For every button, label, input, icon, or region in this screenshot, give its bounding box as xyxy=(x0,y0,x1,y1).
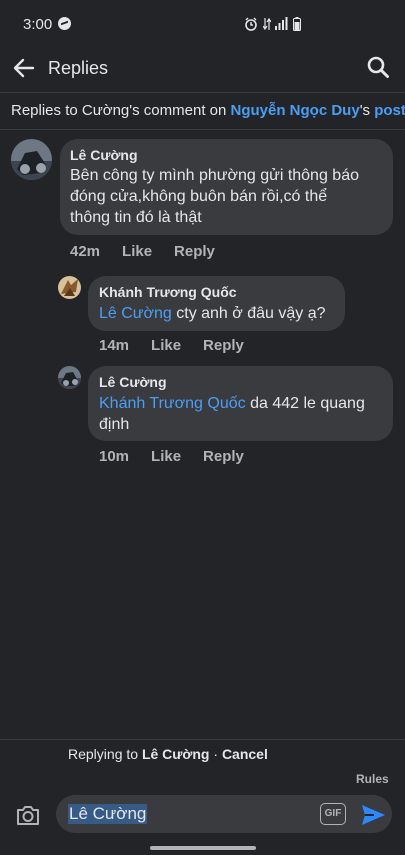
comment-text-line: định xyxy=(99,416,130,433)
home-indicator xyxy=(150,846,256,850)
send-icon[interactable] xyxy=(360,803,386,827)
avatar[interactable] xyxy=(58,366,81,389)
reply-button[interactable]: Reply xyxy=(203,337,244,354)
replying-prefix: Replying to xyxy=(68,746,142,762)
reply-button[interactable]: Reply xyxy=(203,448,244,465)
comment-bubble[interactable]: Lê Cường Khánh Trương Quốc da 442 le qua… xyxy=(88,366,393,441)
like-button[interactable]: Like xyxy=(122,243,152,260)
avatar[interactable] xyxy=(11,139,52,180)
reply-button[interactable]: Reply xyxy=(174,243,215,260)
mention-link[interactable]: Khánh Trương Quốc xyxy=(99,395,246,412)
comment-text: Lê Cường cty anh ở đâu vậy ạ? xyxy=(99,303,326,324)
comment-author[interactable]: Lê Cường xyxy=(70,147,138,163)
gif-button[interactable]: GIF xyxy=(320,803,346,825)
like-button[interactable]: Like xyxy=(151,448,181,465)
back-arrow-icon[interactable] xyxy=(12,56,36,80)
comment-bubble[interactable]: Lê Cường Bên công ty mình phường gửi thô… xyxy=(60,139,393,235)
status-bar: 3:00 xyxy=(0,0,405,44)
data-arrows-icon xyxy=(262,17,272,34)
messenger-notification-icon xyxy=(58,17,71,30)
context-prefix: Replies to Cường's comment on xyxy=(11,102,231,119)
alarm-icon xyxy=(244,17,258,34)
avatar[interactable] xyxy=(58,276,81,299)
battery-icon xyxy=(293,17,301,34)
page-title: Replies xyxy=(48,58,109,78)
comment-meta: 42m Like Reply xyxy=(70,243,237,260)
rules-link[interactable]: Rules xyxy=(356,772,389,786)
comment-text-line: đóng cửa,không buôn bán rồi,có thể xyxy=(70,188,328,205)
status-time: 3:00 xyxy=(23,16,53,33)
comment-time: 14m xyxy=(99,337,130,354)
comment-meta: 14m Like Reply xyxy=(99,337,266,354)
replies-context: Replies to Cường's comment on Nguyễn Ngọ… xyxy=(11,102,405,119)
page-name-link[interactable]: Nguyễn Ngọc Duy xyxy=(231,102,360,119)
comment-text-body: da 442 le quang xyxy=(245,395,365,412)
comment-meta: 10m Like Reply xyxy=(99,448,266,465)
mention-link[interactable]: Lê Cường xyxy=(99,305,172,322)
search-icon[interactable] xyxy=(366,55,390,79)
comment-input[interactable]: Lê Cường GIF xyxy=(56,795,392,833)
context-suffix: 's xyxy=(359,102,375,119)
comment-author[interactable]: Khánh Trương Quốc xyxy=(99,284,237,300)
replying-name: Lê Cường xyxy=(141,746,210,762)
comment-text-line: Bên công ty mình phường gửi thông báo xyxy=(70,167,359,184)
comment-text-line: Khánh Trương Quốc da 442 le quang xyxy=(99,393,365,414)
header-divider xyxy=(0,92,405,93)
comment-input-value[interactable]: Lê Cường xyxy=(68,804,148,824)
comment-text-line: thông tin đó là thật xyxy=(70,209,202,226)
comment-bubble[interactable]: Khánh Trương Quốc Lê Cường cty anh ở đâu… xyxy=(88,276,345,331)
cancel-reply-button[interactable]: Cancel xyxy=(222,746,268,762)
post-link[interactable]: post xyxy=(374,102,405,119)
separator: · xyxy=(209,746,222,762)
comment-text-body: cty anh ở đâu vậy ạ? xyxy=(171,305,326,322)
camera-icon[interactable] xyxy=(15,803,41,827)
comment-time: 42m xyxy=(70,243,101,260)
comment-author[interactable]: Lê Cường xyxy=(99,374,167,390)
context-divider xyxy=(0,129,405,130)
replying-to-bar: Replying to Lê Cường · Cancel xyxy=(68,746,268,762)
comment-time: 10m xyxy=(99,448,130,465)
signal-icon xyxy=(275,17,289,33)
composer-divider xyxy=(0,739,405,740)
like-button[interactable]: Like xyxy=(151,337,181,354)
